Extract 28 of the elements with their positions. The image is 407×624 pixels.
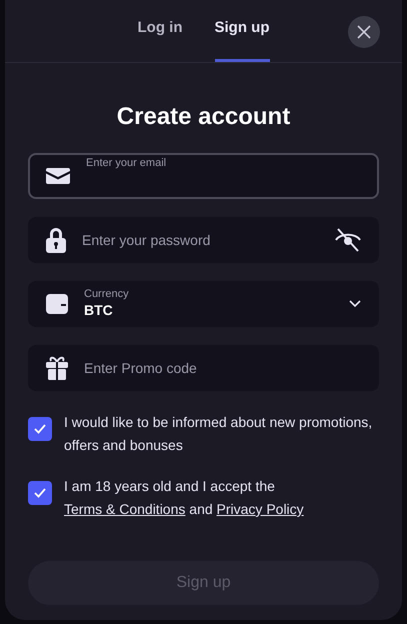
placeholder-text: Enter your password [82,230,212,250]
gift-icon [46,356,68,380]
check-icon [34,488,46,498]
tab[interactable]: Log in [138,16,182,62]
envelope-icon [46,166,70,186]
field-value: BTC [84,302,114,320]
agreement-text: I am 18 years old and I accept the Terms & Conditions and Privacy Policy [64,477,305,519]
field-label: Currency [84,288,130,302]
currency-select[interactable]: Currency BTC [28,281,379,327]
chevron-down-icon[interactable] [349,300,361,308]
close-icon [357,25,371,39]
input-field[interactable]: Enter your password [28,217,379,263]
placeholder-text: Enter Promo code [84,358,198,378]
field-label: Enter your email [86,157,168,171]
check-icon [34,424,46,434]
agreement-text: I would like to be informed about new promotions, offers and bonuses [64,413,374,455]
close-button[interactable] [348,16,380,48]
wallet-icon [46,293,68,315]
link[interactable]: Privacy Policy [216,501,304,517]
dialog-title: Create account [116,102,292,132]
link[interactable]: Terms & Conditions [64,501,186,517]
hidden-eye-icon[interactable] [335,228,361,252]
input-field[interactable]: Enter your email [28,153,379,199]
lock-icon [46,227,66,253]
input-field[interactable]: Enter Promo code [28,345,379,391]
checkbox[interactable] [28,417,52,441]
checkbox[interactable] [28,481,52,505]
tab[interactable]: Sign up [214,16,270,62]
